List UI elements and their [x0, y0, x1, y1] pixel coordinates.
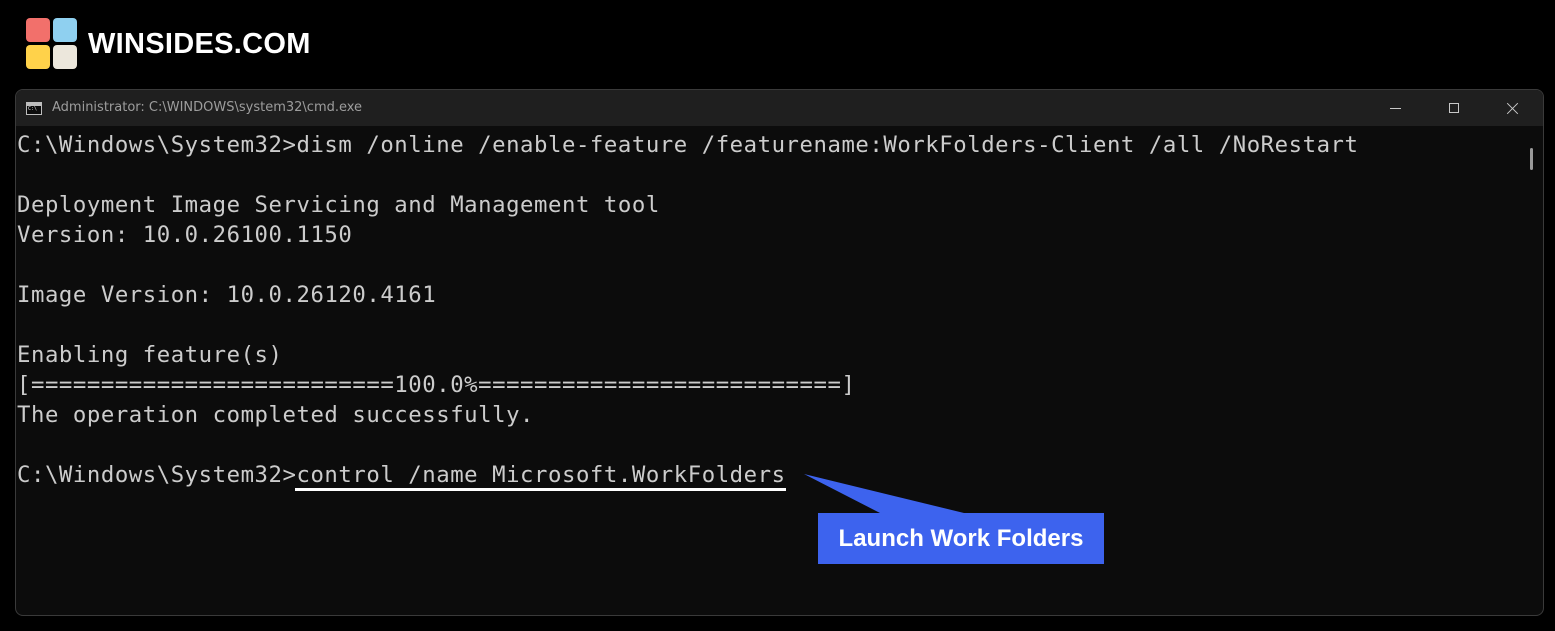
close-icon	[1506, 102, 1519, 115]
console-line: Enabling feature(s)	[17, 342, 283, 368]
console-line: The operation completed successfully.	[17, 402, 535, 428]
cmd-icon	[26, 102, 42, 115]
title-bar[interactable]: Administrator: C:\WINDOWS\system32\cmd.e…	[16, 90, 1543, 126]
callout-label: Launch Work Folders	[818, 513, 1104, 564]
brand-name: WINSIDES.COM	[88, 27, 311, 60]
windows-logo-icon	[26, 18, 78, 70]
cmd-window: Administrator: C:\WINDOWS\system32\cmd.e…	[15, 89, 1544, 616]
console-line: Image Version: 10.0.26120.4161	[17, 282, 437, 308]
window-title: Administrator: C:\WINDOWS\system32\cmd.e…	[52, 100, 363, 115]
logo-tile-cream	[53, 45, 77, 69]
console-line: Deployment Image Servicing and Managemen…	[17, 192, 660, 218]
command-line: C:\Windows\System32>control /name Micros…	[17, 462, 786, 488]
logo-tile-yellow	[26, 45, 50, 69]
progress-line: [==========================100.0%=======…	[17, 372, 856, 398]
minimize-button[interactable]	[1366, 90, 1424, 126]
maximize-button[interactable]	[1425, 90, 1483, 126]
console-output[interactable]: C:\Windows\System32>dism /online /enable…	[17, 130, 1517, 610]
minimize-icon	[1389, 107, 1401, 109]
logo-tile-blue	[53, 18, 77, 42]
maximize-icon	[1449, 103, 1459, 113]
console-line: C:\Windows\System32>dism /online /enable…	[17, 132, 1359, 158]
logo-tile-red	[26, 18, 50, 42]
brand: WINSIDES.COM	[26, 18, 311, 70]
scrollbar[interactable]	[1530, 148, 1533, 170]
close-button[interactable]	[1483, 90, 1541, 126]
console-line: Version: 10.0.26100.1150	[17, 222, 353, 248]
command-underline	[295, 488, 786, 491]
